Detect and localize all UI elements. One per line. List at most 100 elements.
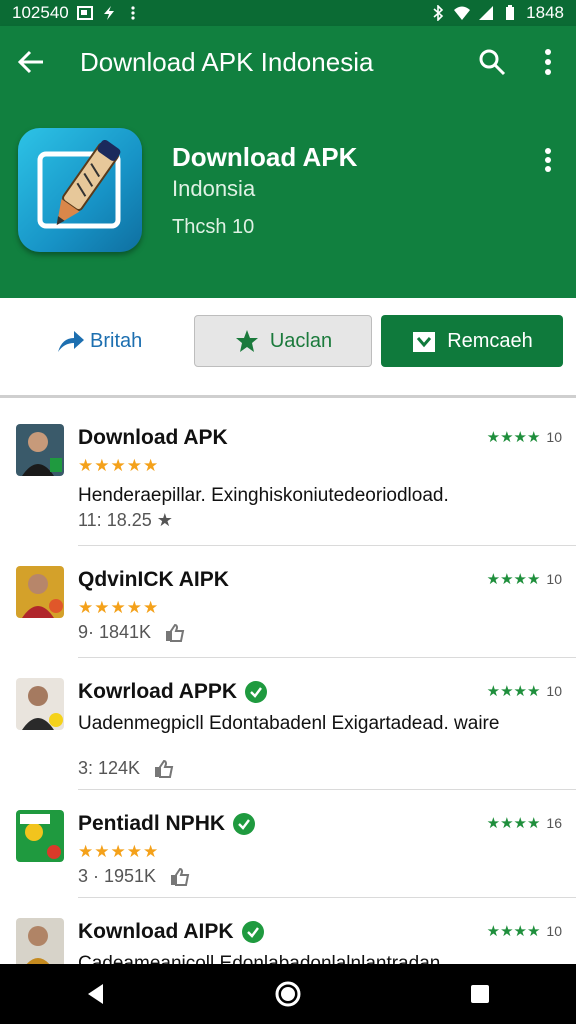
more-vert-icon [545, 49, 551, 75]
verified-badge-icon [245, 681, 268, 703]
item-title-text: Kowrload APPK [78, 680, 238, 703]
list-item[interactable]: Download APK ★★★★★ ★★★★ 10 Henderaepillar… [0, 404, 576, 546]
avatar [16, 918, 64, 964]
action-row: Britah Uaclan Remcaeh [0, 298, 576, 398]
list-item[interactable]: Kowrload APPK ★★★★ 10 Uadenmegpicll Edont… [0, 658, 576, 790]
app-bar-title: Download APK Indonesia [80, 46, 374, 77]
item-meta: 9· 1841K [78, 622, 185, 643]
rating-stars: ★★★★ [486, 683, 541, 700]
item-rating: ★★★★ 10 [487, 428, 562, 446]
item-title-text: Kownload AIPK [78, 920, 234, 943]
thumb-up-icon [171, 867, 190, 886]
wishlist-label: Uaclan [269, 329, 333, 352]
rating-number: 10 [546, 683, 562, 699]
item-title: Kowrload APPK [78, 680, 268, 704]
nav-back-button[interactable] [66, 964, 126, 1024]
item-meta: 11: 18.25 ★ [78, 510, 173, 531]
share-button[interactable]: Britah [56, 324, 142, 358]
app-bar: Download APK Indonesia [0, 26, 576, 98]
item-meta: 3: 124K [78, 758, 174, 779]
signal-icon [479, 6, 494, 20]
avatar [16, 424, 64, 476]
install-button[interactable]: Remcaeh [381, 315, 563, 367]
back-button[interactable] [0, 26, 62, 98]
nav-home-button[interactable] [258, 964, 318, 1024]
wifi-icon [454, 6, 471, 20]
rating-number: 16 [546, 815, 562, 831]
rating-stars: ★★★★ [486, 815, 541, 832]
image-notification-icon [76, 6, 93, 20]
more-notifications-icon [131, 6, 135, 20]
list-item[interactable]: Kownload AIPK ★★★★ 10 Cadeameanicoll Edon… [0, 898, 576, 964]
thumb-up-icon [166, 623, 185, 642]
item-stars: ★★★★★ [78, 456, 160, 475]
list-item[interactable]: Pentiadl NPHK ★★★★★ ★★★★ 16 3 · 1951K [0, 790, 576, 898]
overflow-menu-button[interactable] [520, 26, 576, 98]
item-title: Download APK [78, 426, 228, 450]
item-title-text: Pentiadl NPHK [78, 812, 226, 835]
battery-icon [506, 5, 515, 20]
download-icon [413, 332, 436, 352]
app-list: Download APK ★★★★★ ★★★★ 10 Henderaepillar… [0, 404, 576, 964]
more-vert-icon [545, 148, 551, 172]
item-title-text: QdvinICK AIPK [78, 568, 229, 591]
thumb-up-icon [155, 759, 174, 778]
app-subtitle: Indonsia [172, 176, 256, 201]
verified-badge-icon [241, 921, 264, 943]
nav-recents-button[interactable] [450, 964, 510, 1024]
item-title-text: Download APK [78, 426, 228, 449]
item-rating: ★★★★ 10 [487, 682, 562, 700]
item-meta-text: 3 · 1951K [78, 866, 157, 886]
bluetooth-icon [433, 5, 444, 21]
item-description: Cadeameanicoll Edonlabadonlalnlantradan [78, 953, 441, 964]
avatar [16, 678, 64, 730]
person-avatar-icon [16, 678, 64, 730]
system-nav-bar [0, 964, 576, 1024]
share-arrow-icon [58, 331, 84, 352]
item-meta-text: 3: 124K [78, 758, 141, 778]
item-rating: ★★★★ 10 [487, 922, 562, 940]
rating-number: 10 [546, 571, 562, 587]
item-meta-text: 9· 1841K [78, 622, 152, 642]
verified-badge-icon [233, 813, 256, 835]
item-rating: ★★★★ 16 [487, 814, 562, 832]
rating-number: 10 [546, 429, 562, 445]
item-stars: ★★★★★ [78, 598, 160, 617]
search-button[interactable] [464, 26, 520, 98]
item-title: QdvinICK AIPK [78, 568, 229, 592]
item-title: Pentiadl NPHK [78, 812, 256, 836]
arrow-back-icon [17, 50, 43, 74]
avatar [16, 566, 64, 618]
nav-recents-icon [471, 985, 489, 1003]
pencil-app-icon [37, 139, 121, 229]
item-meta-text: 11: 18.25 ★ [78, 510, 173, 530]
app-more-button[interactable] [532, 144, 564, 176]
item-stars: ★★★★★ [78, 842, 160, 861]
wishlist-button[interactable]: Uaclan [194, 315, 372, 367]
app-header: Download APK Indonsia Thcsh 10 [0, 98, 576, 298]
item-title: Kownload AIPK [78, 920, 264, 944]
item-meta: 3 · 1951K [78, 866, 190, 887]
person-avatar-icon [16, 918, 64, 964]
app-icon [18, 128, 142, 252]
rating-stars: ★★★★ [486, 571, 541, 588]
person-avatar-icon [16, 424, 64, 476]
nav-home-icon [275, 981, 301, 1007]
nav-back-icon [88, 984, 103, 1004]
list-item[interactable]: QdvinICK AIPK ★★★★★ ★★★★ 10 9· 1841K [0, 546, 576, 658]
status-bar: 102540 1848 [0, 0, 576, 26]
item-description: Uadenmegpicll Edontabadenl Exigartadead.… [78, 713, 500, 734]
person-avatar-icon [16, 566, 64, 618]
rating-number: 10 [546, 923, 562, 939]
bolt-notification-icon [103, 6, 114, 20]
rating-stars: ★★★★ [486, 429, 541, 446]
app-avatar-icon [16, 810, 64, 862]
star-add-icon [235, 330, 258, 352]
item-rating: ★★★★ 10 [487, 570, 562, 588]
install-label: Remcaeh [447, 329, 533, 352]
app-meta: Thcsh 10 [172, 216, 255, 238]
rating-stars: ★★★★ [486, 923, 541, 940]
search-icon [479, 49, 506, 76]
share-label: Britah [90, 329, 143, 352]
app-title: Download APK [172, 142, 358, 172]
